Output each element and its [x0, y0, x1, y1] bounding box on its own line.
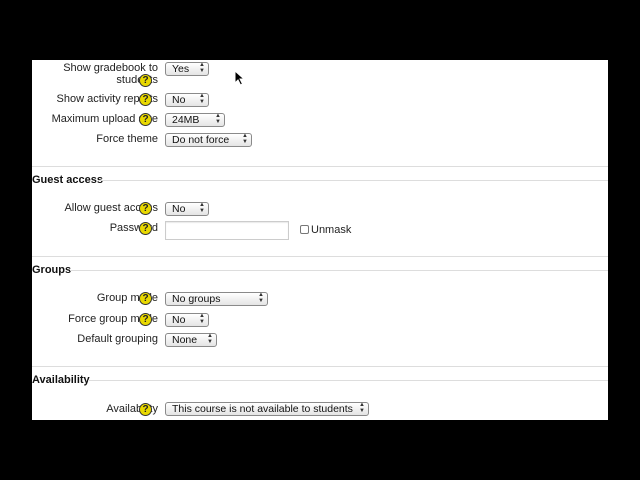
group-mode-select[interactable]: No groups ▲ ▼ [165, 292, 268, 306]
section-divider [32, 256, 608, 257]
availability-heading[interactable]: Availability [32, 374, 90, 386]
show-activity-reports-select[interactable]: No ▲ ▼ [165, 93, 209, 107]
default-grouping-label: Default grouping [77, 333, 158, 345]
groups-heading[interactable]: Groups [32, 264, 71, 276]
show-gradebook-value: Yes [172, 63, 190, 75]
help-icon[interactable]: ? [139, 74, 152, 87]
section-divider [70, 270, 608, 271]
availability-value: This course is not available to students [172, 403, 353, 415]
section-divider [88, 380, 608, 381]
select-arrows-icon: ▲ ▼ [199, 93, 205, 105]
availability-select[interactable]: This course is not available to students… [165, 402, 369, 416]
unmask-checkbox[interactable] [300, 225, 309, 234]
max-upload-size-value: 24MB [172, 114, 200, 126]
help-icon[interactable]: ? [139, 403, 152, 416]
select-arrows-icon: ▲ ▼ [242, 133, 248, 145]
select-arrows-icon: ▲ ▼ [207, 333, 213, 345]
force-theme-select[interactable]: Do not force ▲ ▼ [165, 133, 252, 147]
show-activity-reports-value: No [172, 94, 186, 106]
help-icon[interactable]: ? [139, 222, 152, 235]
section-divider [98, 180, 608, 181]
mouse-pointer-icon [234, 70, 246, 86]
select-arrows-icon: ▲ ▼ [258, 292, 264, 304]
allow-guest-access-value: No [172, 203, 186, 215]
select-arrows-icon: ▲ ▼ [199, 202, 205, 214]
show-gradebook-select[interactable]: Yes ▲ ▼ [165, 62, 209, 76]
select-arrows-icon: ▲ ▼ [199, 62, 205, 74]
allow-guest-access-select[interactable]: No ▲ ▼ [165, 202, 209, 216]
max-upload-size-select[interactable]: 24MB ▲ ▼ [165, 113, 225, 127]
default-grouping-select[interactable]: None ▲ ▼ [165, 333, 217, 347]
select-arrows-icon: ▲ ▼ [199, 313, 205, 325]
force-group-mode-value: No [172, 314, 186, 326]
help-icon[interactable]: ? [139, 113, 152, 126]
select-arrows-icon: ▲ ▼ [215, 113, 221, 125]
guest-access-heading[interactable]: Guest access [32, 174, 103, 186]
unmask-label[interactable]: Unmask [311, 224, 351, 236]
help-icon[interactable]: ? [139, 313, 152, 326]
default-grouping-value: None [172, 334, 198, 346]
show-gradebook-label-line1: Show gradebook to [63, 62, 158, 74]
help-icon[interactable]: ? [139, 93, 152, 106]
course-settings-form: Show gradebook to students ? Yes ▲ ▼ Show… [32, 60, 608, 420]
force-group-mode-select[interactable]: No ▲ ▼ [165, 313, 209, 327]
help-icon[interactable]: ? [139, 292, 152, 305]
section-divider [32, 166, 608, 167]
force-theme-value: Do not force [172, 134, 230, 146]
password-input[interactable] [165, 221, 289, 240]
select-arrows-icon: ▲ ▼ [359, 402, 365, 414]
section-divider [32, 366, 608, 367]
group-mode-value: No groups [172, 293, 221, 305]
help-icon[interactable]: ? [139, 202, 152, 215]
force-theme-label: Force theme [96, 133, 158, 145]
